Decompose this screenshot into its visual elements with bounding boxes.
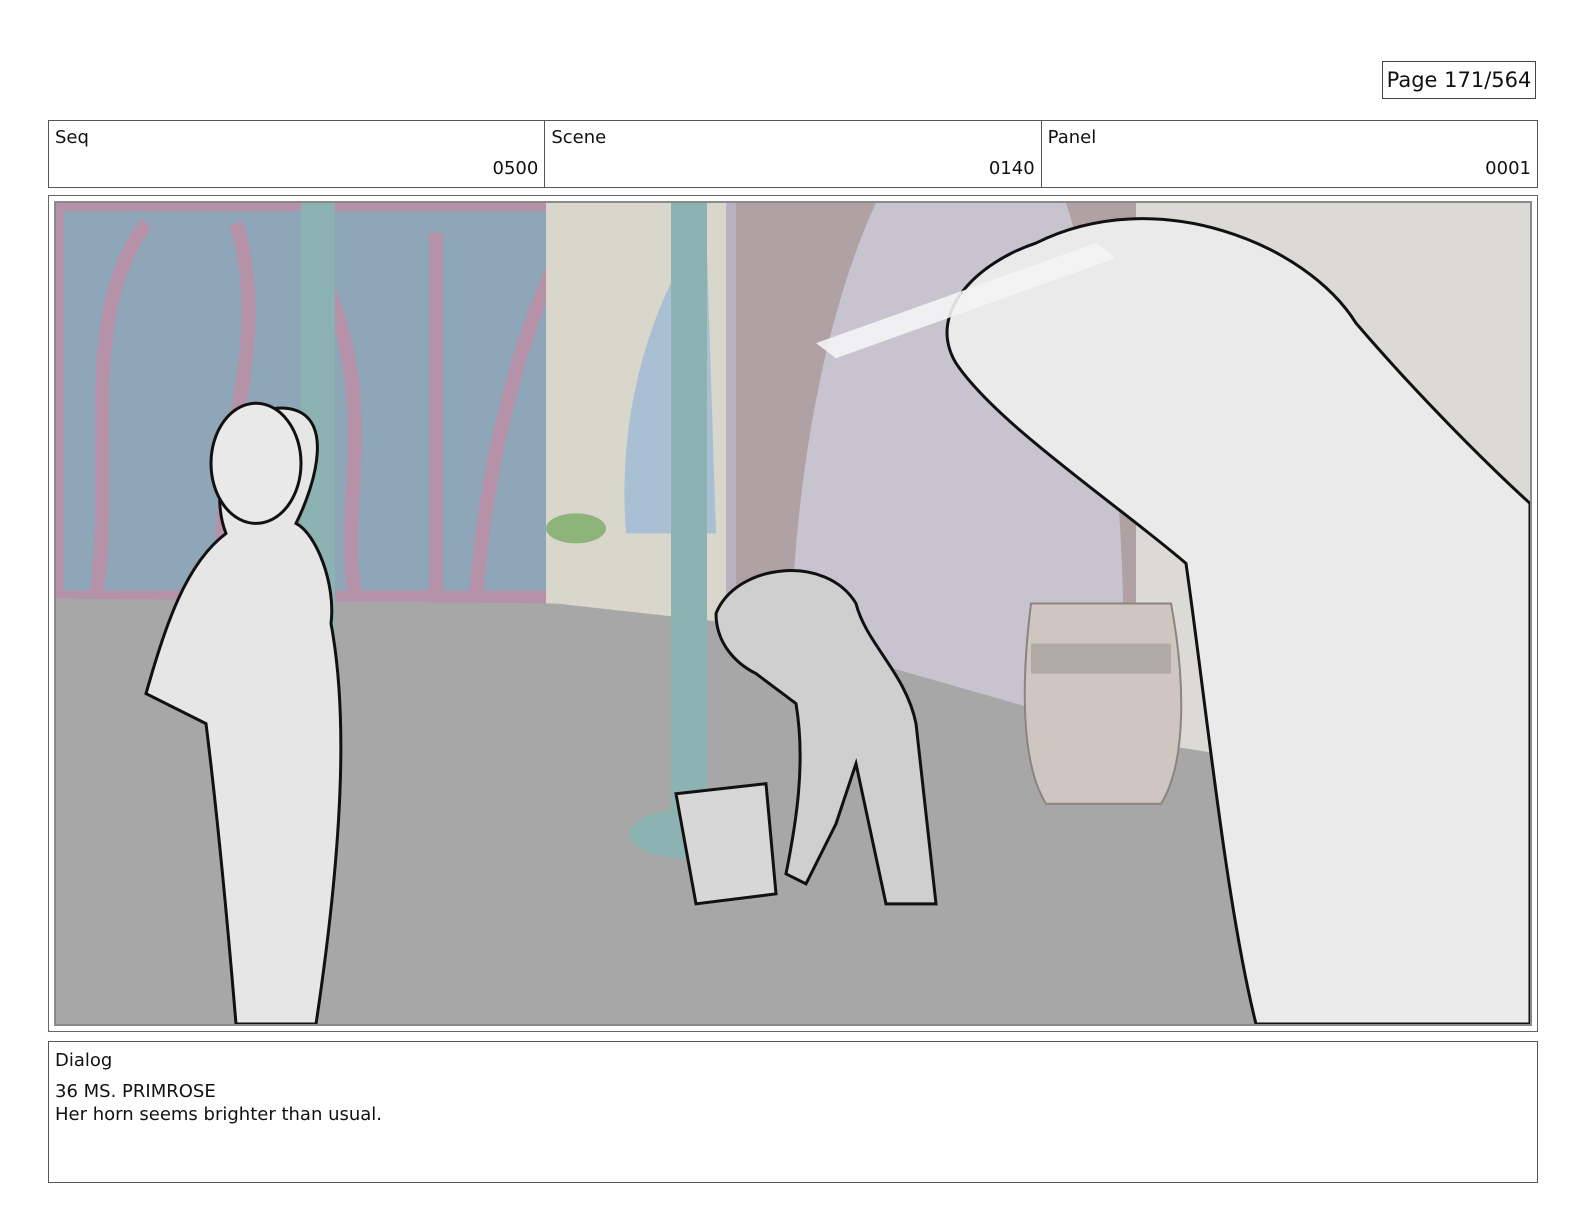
panel-header: Seq 0500 Scene 0140 Panel 0001 xyxy=(48,120,1538,188)
scene-value: 0140 xyxy=(988,158,1035,179)
seq-cell: Seq 0500 xyxy=(49,121,546,187)
seq-value: 0500 xyxy=(492,158,539,179)
storyboard-frame-image xyxy=(54,201,1532,1026)
dialog-box: Dialog 36 MS. PRIMROSE Her horn seems br… xyxy=(48,1041,1538,1183)
dialog-speaker: 36 MS. PRIMROSE xyxy=(55,1081,216,1102)
scene-label: Scene xyxy=(551,127,607,148)
dialog-label: Dialog xyxy=(55,1050,113,1071)
panel-cell: Panel 0001 xyxy=(1042,121,1537,187)
page-number: Page 171/564 xyxy=(1382,61,1536,99)
scene-cell: Scene 0140 xyxy=(545,121,1042,187)
urn xyxy=(1023,602,1183,805)
urn-band xyxy=(1031,643,1171,674)
panel-value: 0001 xyxy=(1485,158,1531,179)
dialog-line: Her horn seems brighter than usual. xyxy=(55,1104,383,1125)
storyboard-panel-frame xyxy=(48,195,1538,1032)
dialog-text: 36 MS. PRIMROSE Her horn seems brighter … xyxy=(55,1080,382,1126)
panel-label: Panel xyxy=(1047,127,1097,148)
bench-cushion xyxy=(546,513,606,544)
woman-head xyxy=(209,401,303,525)
seq-label: Seq xyxy=(55,127,89,148)
pillar-center xyxy=(671,203,707,824)
storyboard-illustration xyxy=(56,203,1530,1024)
